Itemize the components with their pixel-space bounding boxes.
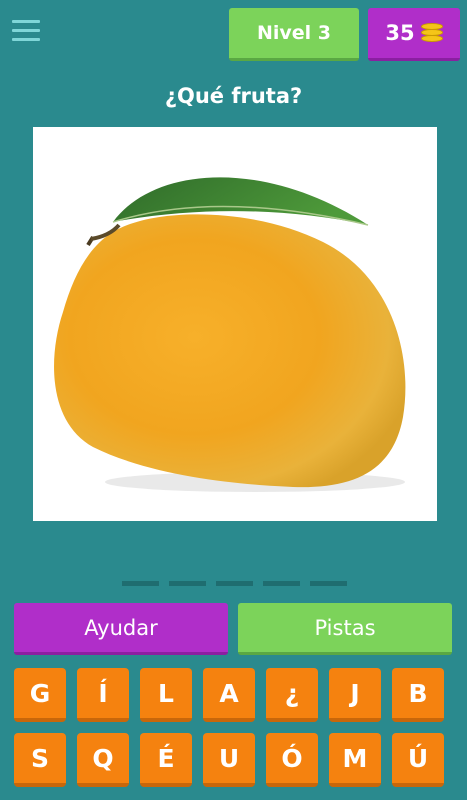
letter-key[interactable]: M — [329, 733, 381, 787]
letter-key[interactable]: B — [392, 668, 444, 722]
keyboard-row-1: G Í L A ¿ J B — [14, 668, 456, 722]
coin-count: 35 — [385, 21, 415, 45]
letter-key[interactable]: S — [14, 733, 66, 787]
answer-slot[interactable] — [263, 581, 300, 586]
coin-counter[interactable]: 35 — [368, 8, 460, 61]
letter-key[interactable]: L — [140, 668, 192, 722]
letter-key[interactable]: J — [329, 668, 381, 722]
fruit-image — [33, 127, 437, 521]
letter-key[interactable]: Ó — [266, 733, 318, 787]
letter-key[interactable]: A — [203, 668, 255, 722]
letter-key[interactable]: É — [140, 733, 192, 787]
menu-icon[interactable] — [12, 20, 40, 44]
answer-slot[interactable] — [169, 581, 206, 586]
mango-icon — [54, 177, 406, 492]
answer-slot[interactable] — [122, 581, 159, 586]
question-title: ¿Qué fruta? — [164, 84, 303, 108]
keyboard-row-2: S Q É U Ó M Ú — [14, 733, 456, 787]
level-badge: Nivel 3 — [229, 8, 359, 61]
letter-keyboard: G Í L A ¿ J B S Q É U Ó M Ú — [14, 668, 456, 798]
letter-key[interactable]: ¿ — [266, 668, 318, 722]
level-label: Nivel 3 — [256, 22, 332, 44]
letter-key[interactable]: Í — [77, 668, 129, 722]
hints-button[interactable]: Pistas — [238, 603, 452, 655]
help-button[interactable]: Ayudar — [14, 603, 228, 655]
answer-slot[interactable] — [310, 581, 347, 586]
letter-key[interactable]: U — [203, 733, 255, 787]
answer-slots — [122, 581, 347, 586]
answer-slot[interactable] — [216, 581, 253, 586]
letter-key[interactable]: Q — [77, 733, 129, 787]
hints-label: Pistas — [314, 615, 376, 640]
letter-key[interactable]: G — [14, 668, 66, 722]
coin-stack-icon — [420, 23, 443, 43]
help-label: Ayudar — [84, 615, 158, 640]
letter-key[interactable]: Ú — [392, 733, 444, 787]
